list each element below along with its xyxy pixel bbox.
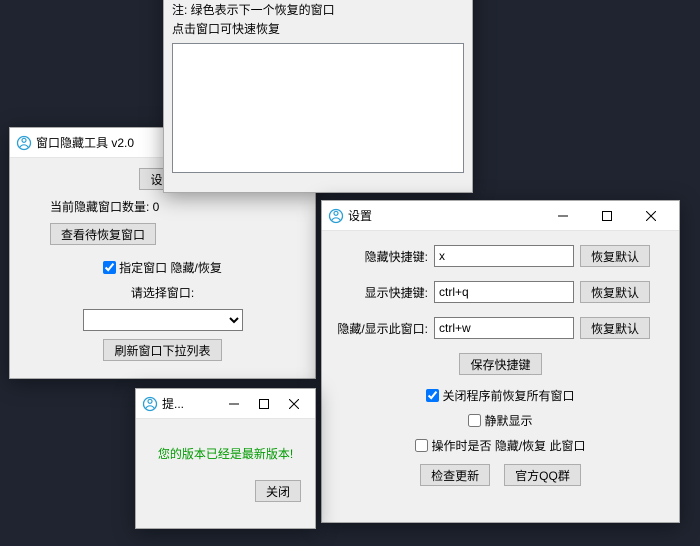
silent-row[interactable]: 静默显示 bbox=[468, 412, 532, 429]
minimize-button[interactable] bbox=[541, 201, 585, 231]
window-select[interactable] bbox=[83, 309, 243, 331]
confirm-row[interactable]: 操作时是否 隐藏/恢复 此窗口 bbox=[415, 437, 585, 454]
maximize-button[interactable] bbox=[585, 201, 629, 231]
toggle-hotkey-input[interactable] bbox=[434, 317, 574, 339]
close-prompt-button[interactable]: 关闭 bbox=[255, 480, 301, 502]
window-list[interactable] bbox=[172, 43, 464, 173]
silent-label: 静默显示 bbox=[484, 412, 532, 429]
app-icon bbox=[328, 208, 344, 224]
titlebar[interactable]: 提... bbox=[136, 389, 315, 419]
select-window-label: 请选择窗口: bbox=[131, 284, 194, 301]
show-hotkey-input[interactable] bbox=[434, 281, 574, 303]
maximize-icon bbox=[259, 399, 269, 409]
update-message: 您的版本已经是最新版本! bbox=[158, 445, 293, 462]
window-title: 设置 bbox=[348, 207, 541, 224]
maximize-icon bbox=[602, 211, 612, 221]
view-pending-button[interactable]: 查看待恢复窗口 bbox=[50, 223, 156, 245]
hide-hotkey-label: 隐藏快捷键: bbox=[332, 248, 428, 265]
qq-group-button[interactable]: 官方QQ群 bbox=[504, 464, 581, 486]
close-icon bbox=[289, 399, 299, 409]
specific-window-checkbox[interactable] bbox=[103, 261, 116, 274]
close-button[interactable] bbox=[279, 389, 309, 419]
titlebar[interactable]: 设置 bbox=[322, 201, 679, 231]
refresh-list-button[interactable]: 刷新窗口下拉列表 bbox=[103, 339, 221, 361]
silent-checkbox[interactable] bbox=[468, 414, 481, 427]
save-hotkey-button[interactable]: 保存快捷键 bbox=[459, 353, 541, 375]
prompt-window: 提... 您的版本已经是最新版本! 关闭 bbox=[135, 388, 316, 529]
maximize-button[interactable] bbox=[249, 389, 279, 419]
restore-all-checkbox[interactable] bbox=[426, 389, 439, 402]
restore-default-toggle[interactable]: 恢复默认 bbox=[580, 317, 650, 339]
restore-all-row[interactable]: 关闭程序前恢复所有窗口 bbox=[426, 387, 574, 404]
specific-window-label: 指定窗口 隐藏/恢复 bbox=[119, 259, 222, 276]
close-icon bbox=[646, 211, 656, 221]
close-button[interactable] bbox=[629, 201, 673, 231]
restore-all-label: 关闭程序前恢复所有窗口 bbox=[442, 387, 574, 404]
hide-hotkey-input[interactable] bbox=[434, 245, 574, 267]
confirm-label: 操作时是否 隐藏/恢复 此窗口 bbox=[431, 437, 585, 454]
app-icon bbox=[16, 135, 32, 151]
check-update-button[interactable]: 检查更新 bbox=[420, 464, 490, 486]
restore-default-hide[interactable]: 恢复默认 bbox=[580, 245, 650, 267]
minimize-icon bbox=[229, 399, 239, 409]
note-1: 注: 绿色表示下一个恢复的窗口 bbox=[172, 1, 464, 18]
show-hotkey-label: 显示快捷键: bbox=[332, 284, 428, 301]
confirm-checkbox[interactable] bbox=[415, 439, 428, 452]
app-icon bbox=[142, 396, 158, 412]
note-2: 点击窗口可快速恢复 bbox=[172, 20, 464, 37]
toggle-hotkey-label: 隐藏/显示此窗口: bbox=[332, 320, 428, 337]
restore-default-show[interactable]: 恢复默认 bbox=[580, 281, 650, 303]
hide-count-label: 当前隐藏窗口数量: 0 bbox=[22, 198, 303, 215]
minimize-icon bbox=[558, 211, 568, 221]
window-title: 提... bbox=[162, 395, 219, 412]
minimize-button[interactable] bbox=[219, 389, 249, 419]
pending-restore-window: 注: 绿色表示下一个恢复的窗口 点击窗口可快速恢复 bbox=[163, 0, 473, 193]
settings-window: 设置 隐藏快捷键: 恢复默认 显示快捷键: 恢复默认 隐藏/显示此窗口: 恢复默… bbox=[321, 200, 680, 523]
